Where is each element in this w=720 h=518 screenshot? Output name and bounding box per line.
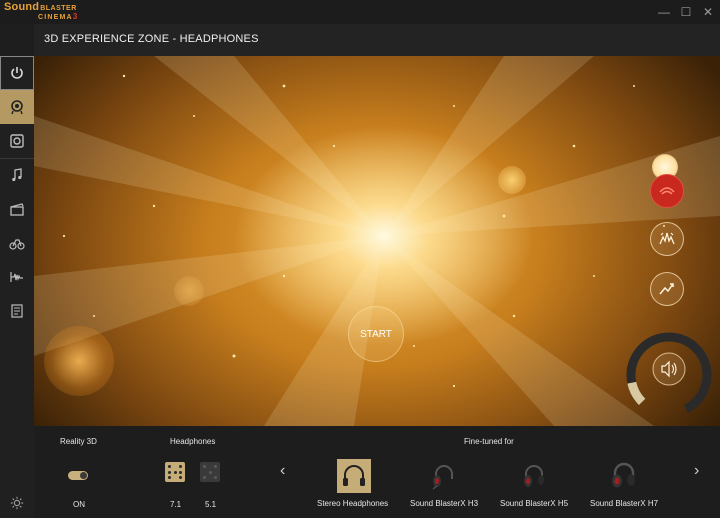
toggle-knob bbox=[80, 472, 87, 479]
crystalizer-icon bbox=[659, 232, 675, 245]
device-blasterx-h7[interactable] bbox=[607, 459, 641, 493]
sidebar bbox=[0, 56, 34, 518]
maximize-button[interactable]: ☐ bbox=[677, 3, 695, 21]
bokeh-glow bbox=[174, 276, 204, 306]
voice-waveform-icon bbox=[10, 272, 23, 282]
logo-blaster: BLASTER bbox=[40, 5, 77, 12]
surround-effect-icon bbox=[659, 187, 675, 195]
sidebar-item-movie[interactable] bbox=[0, 192, 34, 226]
headphones-label: Headphones bbox=[170, 437, 216, 446]
gaming-headset-icon bbox=[612, 462, 635, 488]
clapperboard-icon bbox=[10, 203, 24, 216]
device-stereo-headphones[interactable] bbox=[337, 459, 371, 493]
power-icon bbox=[11, 67, 23, 79]
device-label: Sound BlasterX H5 bbox=[500, 499, 569, 508]
logo-cinema: CINEMA bbox=[38, 14, 73, 21]
title-bar: SoundBLASTER CINEMA3 — ☐ ✕ bbox=[0, 0, 720, 24]
music-note-icon bbox=[12, 168, 22, 182]
gaming-headset-icon bbox=[524, 465, 544, 487]
bottom-panel: Reality 3D ON Headphones 7.1 5.1 Fine-tu… bbox=[34, 426, 720, 518]
experience-visual: START bbox=[34, 56, 720, 426]
page-header: 3D EXPERIENCE ZONE - HEADPHONES bbox=[34, 24, 720, 56]
headphones-icon bbox=[343, 465, 365, 486]
sidebar-item-power[interactable] bbox=[0, 56, 34, 90]
3d-experience-icon bbox=[11, 100, 23, 115]
bokeh-glow bbox=[44, 326, 114, 396]
speaker-icon bbox=[10, 134, 24, 148]
sidebar-item-voice[interactable] bbox=[0, 260, 34, 294]
sidebar-item-music[interactable] bbox=[0, 158, 34, 192]
minimize-button[interactable]: — bbox=[655, 3, 673, 21]
logo-version: 3 bbox=[72, 12, 79, 21]
bike-icon bbox=[9, 239, 25, 250]
sidebar-divider bbox=[0, 158, 34, 159]
light-burst bbox=[34, 56, 720, 426]
bokeh-glow bbox=[498, 166, 526, 194]
sidebar-item-speaker[interactable] bbox=[0, 124, 34, 158]
reality3d-state: ON bbox=[73, 500, 85, 509]
device-blasterx-h3[interactable] bbox=[427, 459, 461, 493]
channel-71-button[interactable] bbox=[165, 462, 185, 482]
page-title: 3D EXPERIENCE ZONE - HEADPHONES bbox=[44, 33, 259, 45]
channel-71-label: 7.1 bbox=[170, 500, 182, 509]
close-button[interactable]: ✕ bbox=[699, 3, 717, 21]
dialog-plus-button[interactable] bbox=[650, 272, 684, 306]
gear-icon[interactable] bbox=[10, 496, 24, 510]
dialog-plus-icon bbox=[659, 283, 674, 295]
notes-icon bbox=[11, 304, 23, 318]
next-arrow-button[interactable]: › bbox=[694, 462, 699, 480]
sidebar-item-game[interactable] bbox=[0, 226, 34, 260]
device-label: Sound BlasterX H3 bbox=[410, 499, 479, 508]
reality3d-label: Reality 3D bbox=[60, 437, 97, 446]
device-label: Sound BlasterX H7 bbox=[590, 499, 659, 508]
device-label: Stereo Headphones bbox=[317, 499, 389, 508]
sidebar-item-3d-experience[interactable] bbox=[0, 90, 34, 124]
gaming-headset-icon bbox=[432, 465, 453, 490]
prev-arrow-button[interactable]: ‹ bbox=[280, 462, 285, 480]
device-blasterx-h5[interactable] bbox=[517, 459, 551, 493]
volume-dial[interactable] bbox=[624, 330, 714, 420]
app-logo: SoundBLASTER CINEMA3 bbox=[4, 1, 79, 22]
logo-sound: Sound bbox=[4, 1, 40, 13]
finetuned-label: Fine-tuned for bbox=[464, 437, 514, 446]
start-button[interactable]: START bbox=[348, 306, 404, 362]
channel-51-button[interactable] bbox=[200, 462, 220, 482]
reality3d-toggle[interactable] bbox=[68, 471, 88, 480]
sidebar-item-notes[interactable] bbox=[0, 294, 34, 328]
channel-51-label: 5.1 bbox=[205, 500, 217, 509]
crystalizer-button[interactable] bbox=[650, 222, 684, 256]
surround-effect-button[interactable] bbox=[650, 174, 684, 208]
